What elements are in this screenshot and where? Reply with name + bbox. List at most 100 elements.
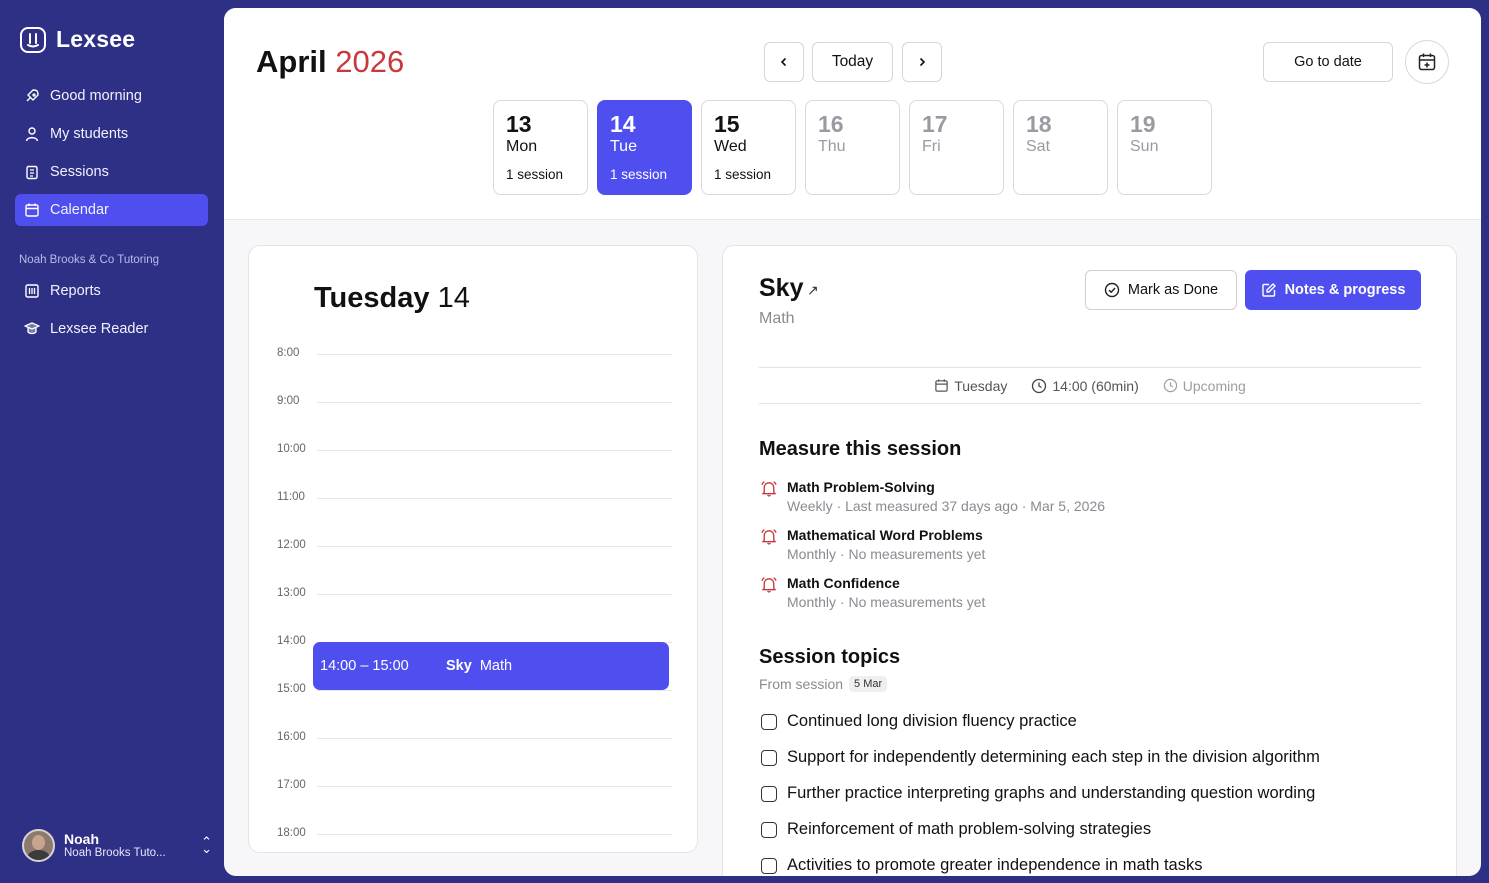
topic-checkbox[interactable] bbox=[761, 857, 777, 874]
hour-row: 10:00 bbox=[277, 443, 672, 455]
sidebar-item-calendar[interactable]: Calendar bbox=[15, 194, 208, 226]
go-to-date-button[interactable]: Go to date bbox=[1263, 42, 1393, 82]
measure-subtitle: Monthly · No measurements yet bbox=[787, 546, 986, 562]
measure-section-title: Measure this session bbox=[759, 438, 962, 460]
hour-row: 18:00 bbox=[277, 827, 672, 839]
next-week-button[interactable] bbox=[902, 42, 942, 82]
topic-item[interactable]: Support for independently determining ea… bbox=[761, 748, 1320, 767]
notes-progress-button[interactable]: Notes & progress bbox=[1245, 270, 1421, 310]
topic-checkbox[interactable] bbox=[761, 749, 777, 766]
brand[interactable]: Lexsee bbox=[20, 26, 135, 53]
notes-progress-label: Notes & progress bbox=[1284, 282, 1406, 298]
sidebar-item-label: Good morning bbox=[50, 88, 142, 104]
day-number: 16 bbox=[818, 111, 844, 137]
hour-row: 15:00 bbox=[277, 683, 672, 695]
user-menu[interactable]: Noah Noah Brooks Tuto... ⌃ ⌄ bbox=[22, 825, 212, 865]
mark-as-done-button[interactable]: Mark as Done bbox=[1085, 270, 1237, 310]
measure-item[interactable]: Mathematical Word Problems Monthly · No … bbox=[759, 526, 985, 564]
year-label: 2026 bbox=[335, 44, 405, 79]
topic-item[interactable]: Continued long division fluency practice bbox=[761, 712, 1077, 731]
sidebar-item-label: Lexsee Reader bbox=[50, 321, 149, 337]
month-label: April bbox=[256, 44, 327, 79]
sidebar-item-lexsee-reader[interactable]: Lexsee Reader bbox=[15, 313, 208, 345]
session-meta: Tuesday 14:00 (60min) Upcoming bbox=[759, 367, 1421, 404]
topic-item[interactable]: Further practice interpreting graphs and… bbox=[761, 784, 1315, 803]
sidebar-item-label: Reports bbox=[50, 283, 101, 299]
mark-as-done-label: Mark as Done bbox=[1127, 282, 1219, 298]
topic-label: Activities to promote greater independen… bbox=[787, 856, 1203, 874]
calendar-header: April 2026 Today Go to date 13 Mon 1 ses… bbox=[224, 8, 1481, 220]
session-day: Tuesday bbox=[934, 378, 1007, 394]
sidebar-item-sessions[interactable]: Sessions bbox=[15, 156, 208, 188]
topic-item[interactable]: Reinforcement of math problem-solving st… bbox=[761, 820, 1151, 839]
clipboard-icon bbox=[26, 165, 38, 180]
day-heading-weekday: Tuesday bbox=[314, 282, 430, 314]
brand-name: Lexsee bbox=[56, 26, 136, 52]
check-circle-icon bbox=[1104, 282, 1120, 298]
hour-label: 15:00 bbox=[277, 683, 306, 695]
hour-row: 17:00 bbox=[277, 779, 672, 791]
day-card-mon[interactable]: 13 Mon 1 session bbox=[493, 100, 588, 195]
chevron-left-icon bbox=[780, 57, 787, 67]
topic-label: Support for independently determining ea… bbox=[787, 748, 1320, 766]
hour-label: 12:00 bbox=[277, 539, 306, 551]
external-link-icon[interactable]: ↗ bbox=[807, 282, 819, 299]
day-heading: Tuesday 14 bbox=[314, 282, 470, 315]
topic-checkbox[interactable] bbox=[761, 821, 777, 838]
sidebar-item-reports[interactable]: Reports bbox=[15, 275, 208, 307]
session-time-label: 14:00 (60min) bbox=[1052, 377, 1139, 394]
org-nav: Reports Lexsee Reader bbox=[15, 275, 208, 351]
clock-icon bbox=[1032, 378, 1047, 393]
hour-label: 16:00 bbox=[277, 731, 306, 743]
day-number: 18 bbox=[1026, 111, 1052, 137]
reader-icon bbox=[24, 322, 40, 335]
topics-section-title: Session topics bbox=[759, 646, 901, 668]
reports-icon bbox=[25, 284, 39, 298]
measure-title: Math Confidence bbox=[787, 575, 900, 591]
topic-checkbox[interactable] bbox=[761, 785, 777, 802]
measure-item[interactable]: Math Problem-Solving Weekly · Last measu… bbox=[759, 478, 1105, 516]
topic-checkbox[interactable] bbox=[761, 713, 777, 730]
main-panel: April 2026 Today Go to date 13 Mon 1 ses… bbox=[224, 8, 1481, 876]
user-icon bbox=[25, 127, 39, 142]
day-name: Tue bbox=[610, 138, 637, 155]
day-card-thu[interactable]: 16 Thu bbox=[805, 100, 900, 195]
session-event[interactable]: 14:00 – 15:00 Sky Math bbox=[313, 642, 669, 690]
user-org: Noah Brooks Tuto... bbox=[64, 847, 166, 859]
main-nav: Good morning My students Sessions Calend… bbox=[15, 80, 208, 232]
day-card-tue[interactable]: 14 Tue 1 session bbox=[597, 100, 692, 195]
sidebar: Lexsee Good morning My students Sessions… bbox=[0, 0, 224, 883]
day-card-sun[interactable]: 19 Sun bbox=[1117, 100, 1212, 195]
event-student: Sky bbox=[446, 658, 472, 674]
session-status-label: Upcoming bbox=[1182, 377, 1246, 394]
day-card-wed[interactable]: 15 Wed 1 session bbox=[701, 100, 796, 195]
day-card-sat[interactable]: 18 Sat bbox=[1013, 100, 1108, 195]
calendar-add-button[interactable] bbox=[1405, 40, 1449, 84]
hour-label: 11:00 bbox=[277, 491, 305, 503]
day-card-fri[interactable]: 17 Fri bbox=[909, 100, 1004, 195]
day-name: Sun bbox=[1130, 138, 1159, 155]
prev-week-button[interactable] bbox=[764, 42, 804, 82]
student-name-link[interactable]: Sky bbox=[759, 274, 803, 303]
day-number: 15 bbox=[714, 111, 740, 137]
sidebar-item-my-students[interactable]: My students bbox=[15, 118, 208, 150]
hour-label: 10:00 bbox=[277, 443, 306, 455]
hour-row: 16:00 bbox=[277, 731, 672, 743]
clock-icon bbox=[1163, 378, 1177, 393]
today-button[interactable]: Today bbox=[812, 42, 893, 82]
bell-alert-icon bbox=[761, 577, 777, 593]
user-name: Noah bbox=[64, 831, 99, 847]
bell-alert-icon bbox=[761, 481, 777, 497]
topic-item[interactable]: Activities to promote greater independen… bbox=[761, 856, 1202, 875]
avatar bbox=[22, 828, 55, 862]
sidebar-item-good-morning[interactable]: Good morning bbox=[15, 80, 208, 112]
hour-label: 17:00 bbox=[277, 779, 306, 791]
measure-item[interactable]: Math Confidence Monthly · No measurement… bbox=[759, 574, 985, 612]
sidebar-item-label: Sessions bbox=[50, 164, 109, 180]
topic-label: Further practice interpreting graphs and… bbox=[787, 784, 1316, 802]
day-name: Wed bbox=[714, 138, 747, 155]
session-time: 14:00 (60min) bbox=[1031, 377, 1139, 394]
day-timeline: Tuesday 14 8:00 9:00 10:00 11:00 12:00 1… bbox=[248, 245, 698, 853]
day-number: 19 bbox=[1130, 111, 1156, 137]
session-detail: Sky ↗ Math Mark as Done Notes & progress… bbox=[722, 245, 1457, 876]
